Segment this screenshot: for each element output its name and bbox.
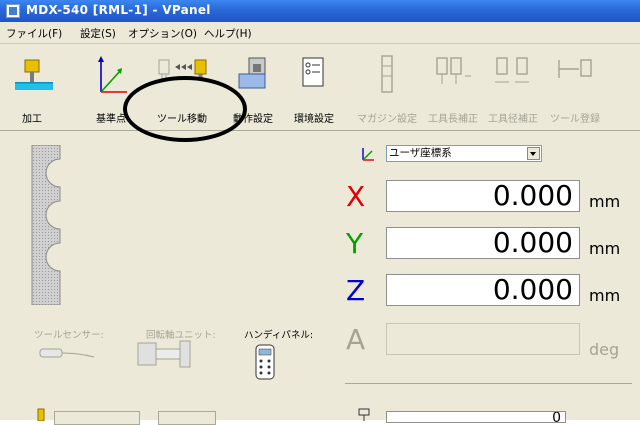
axis-a-label: A	[346, 323, 366, 356]
tool-length-icon	[436, 57, 471, 84]
axis-x-unit: mm	[589, 192, 621, 211]
bottom-tool-icon	[37, 408, 45, 421]
toolbar-tool-diameter-button[interactable]: 工具径補正	[484, 44, 542, 130]
coordinate-system-select[interactable]: ユーザ座標系	[386, 145, 542, 162]
highlight-ring	[123, 76, 247, 142]
bottom-value-field[interactable]: 0	[386, 411, 566, 423]
app-icon	[6, 4, 20, 18]
toolbar-tool-register-button[interactable]: ツール登録	[544, 44, 606, 130]
axis-a-value	[386, 323, 580, 355]
menu-help[interactable]: ヘルプ(H)	[204, 26, 252, 41]
toolbar: 加工 基準点 ツール移動 動作設定 環境設定 マガジン設定 工具長補正 工具径補…	[0, 44, 640, 131]
toolbar-magazine-settings-button[interactable]: マガジン設定	[354, 44, 420, 130]
title-bar: MDX-540 [RML-1] - VPanel	[0, 0, 640, 22]
environment-settings-icon	[302, 57, 324, 87]
chevron-down-icon[interactable]	[527, 147, 540, 160]
menu-options[interactable]: オプション(O)	[128, 26, 197, 41]
axis-x-value: 0.000	[386, 180, 580, 212]
menu-file[interactable]: ファイル(F)	[6, 26, 62, 41]
menu-bar: ファイル(F) 設定(S) オプション(O) ヘルプ(H)	[0, 22, 640, 44]
toolbar-label: マガジン設定	[357, 114, 417, 125]
toolbar-label: ツール登録	[550, 114, 600, 125]
toolbar-environment-settings-button[interactable]: 環境設定	[288, 44, 340, 130]
workpiece-illustration	[31, 145, 61, 305]
bottom-spindle-icon	[358, 408, 370, 421]
bottom-field-1	[54, 411, 140, 425]
axis-a-unit: deg	[589, 340, 620, 359]
operation-settings-icon	[238, 57, 266, 89]
toolbar-machining-button[interactable]: 加工	[4, 44, 60, 130]
handy-panel-label: ハンディパネル:	[244, 330, 314, 341]
toolbar-label: 工具長補正	[428, 114, 478, 125]
tool-diameter-icon	[495, 57, 529, 83]
axis-y-label: Y	[346, 227, 364, 260]
tool-sensor-label: ツールセンサー:	[34, 330, 104, 341]
axis-z-label: Z	[346, 274, 366, 307]
handy-panel-icon	[255, 344, 275, 380]
axis-y-unit: mm	[589, 239, 621, 258]
bottom-field-2	[158, 411, 216, 425]
menu-settings[interactable]: 設定(S)	[80, 26, 116, 41]
tool-register-icon	[558, 59, 592, 78]
tool-sensor-icon	[39, 348, 95, 358]
window-title: MDX-540 [RML-1] - VPanel	[26, 3, 211, 17]
toolbar-tool-length-button[interactable]: 工具長補正	[424, 44, 482, 130]
divider	[345, 383, 632, 384]
machining-icon	[15, 59, 53, 90]
toolbar-label: 工具径補正	[488, 114, 538, 125]
axis-z-value: 0.000	[386, 274, 580, 306]
toolbar-label: 加工	[22, 114, 42, 125]
coordinate-system-value: ユーザ座標系	[389, 147, 452, 159]
rotary-unit-icon	[137, 340, 191, 368]
toolbar-label: 環境設定	[294, 114, 334, 125]
axis-y-value: 0.000	[386, 227, 580, 259]
magazine-settings-icon	[381, 55, 393, 93]
axis-z-unit: mm	[589, 286, 621, 305]
origin-point-icon	[98, 56, 127, 93]
axis-x-label: X	[346, 180, 366, 213]
coordinate-system-icon	[362, 148, 374, 161]
